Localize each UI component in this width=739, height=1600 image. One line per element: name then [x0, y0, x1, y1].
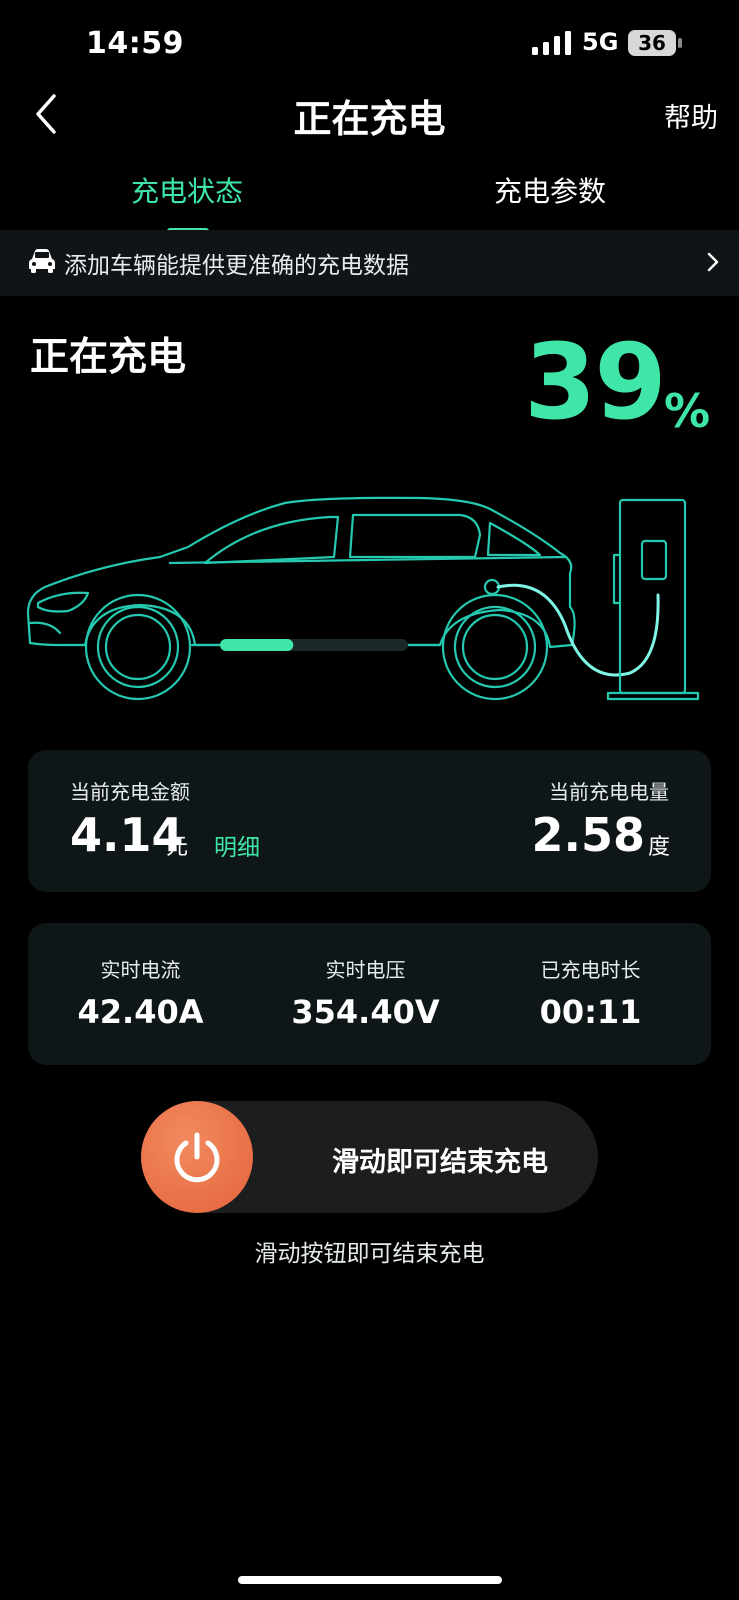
slider-label: 滑动即可结束充电: [332, 1147, 548, 1178]
car-rear-wheel: [453, 605, 537, 689]
metric-value: 354.40V: [291, 993, 440, 1031]
detail-link[interactable]: 明细: [214, 828, 260, 862]
metric-value: 42.40A: [77, 993, 204, 1031]
car-window-rear: [348, 513, 482, 559]
car-headlight: [36, 591, 90, 613]
charging-state-label: 正在充电: [30, 335, 187, 380]
car-window-quarter: [486, 521, 542, 557]
network-type: 5G: [582, 28, 619, 56]
car-rear-wheel-hub: [461, 613, 529, 681]
charge-percent-value: 39: [524, 321, 667, 443]
car-front-wheel: [96, 605, 180, 689]
tab-charging-params[interactable]: 充电参数: [420, 170, 680, 210]
metric-duration: 已充电时长 00:11: [478, 954, 703, 1031]
car-front-wheel-arch: [84, 593, 192, 701]
car-charging-illustration: [26, 496, 700, 701]
tab-charging-status[interactable]: 充电状态: [57, 170, 317, 210]
metric-label: 已充电时长: [540, 958, 641, 982]
help-button[interactable]: 帮助: [664, 96, 718, 135]
battery-icon: 36: [628, 30, 684, 56]
banner-text: 添加车辆能提供更准确的充电数据: [64, 253, 409, 279]
metric-label: 实时电流: [100, 958, 181, 982]
charger-base: [606, 691, 700, 701]
metric-current: 实时电流 42.40A: [28, 954, 253, 1031]
energy-value: 2.58: [531, 808, 646, 862]
slider-hint: 滑动按钮即可结束充电: [254, 1241, 485, 1267]
home-indicator: [238, 1576, 502, 1584]
chevron-right-icon: [707, 252, 719, 272]
amount-unit: 元: [166, 835, 189, 860]
cellular-signal-icon: [532, 31, 571, 55]
metric-voltage: 实时电压 354.40V: [253, 954, 478, 1031]
charger-post: [618, 498, 687, 695]
progress-fill: [220, 639, 294, 651]
charge-percent-unit: %: [664, 384, 711, 438]
metric-value: 00:11: [539, 993, 642, 1031]
car-front-wheel-hub: [104, 613, 172, 681]
power-icon: [174, 1132, 220, 1183]
page-title: 正在充电: [293, 97, 446, 141]
charger-screen: [640, 539, 668, 581]
battery-level: 36: [638, 31, 666, 55]
status-time: 14:59: [86, 26, 184, 61]
energy-unit: 度: [647, 835, 670, 860]
car-grille: [28, 621, 62, 635]
car-icon: [29, 249, 55, 273]
energy-label: 当前充电电量: [549, 780, 669, 804]
car-window-front: [203, 515, 340, 565]
amount-label: 当前充电金额: [70, 780, 190, 804]
metric-label: 实时电压: [325, 958, 406, 982]
